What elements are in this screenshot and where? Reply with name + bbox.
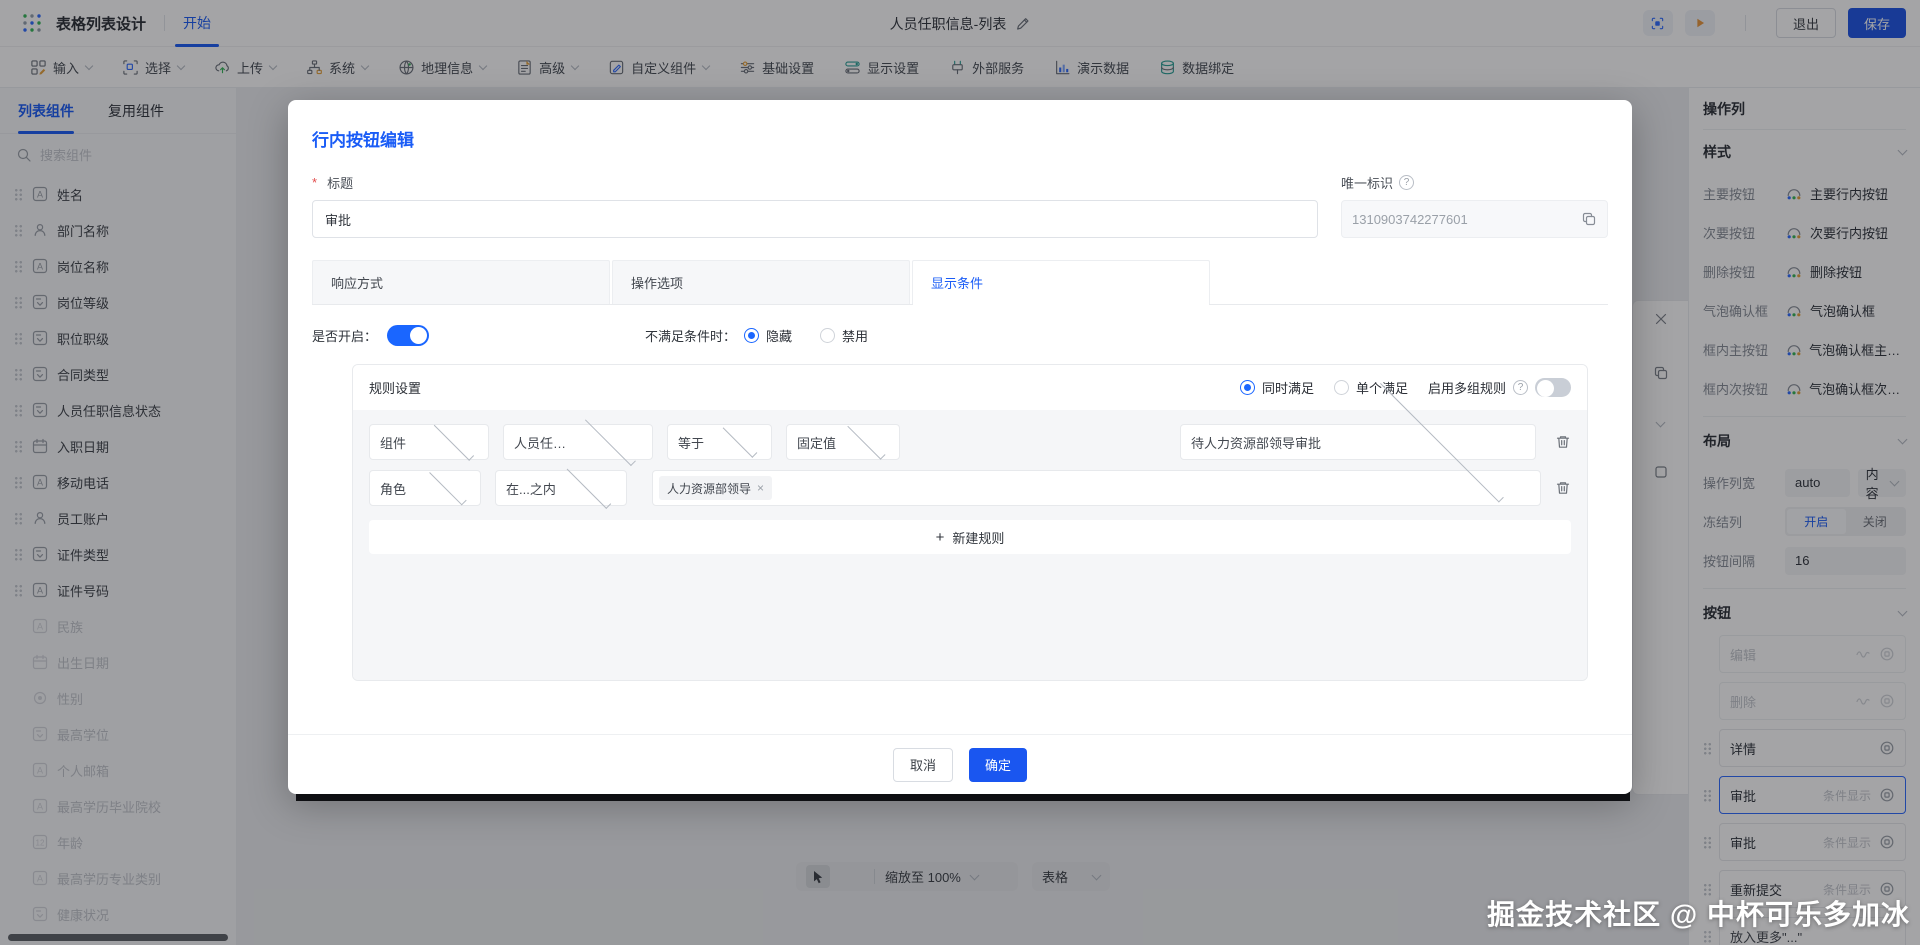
rule-select[interactable]: 角色 (369, 467, 481, 506)
chevron-down-icon (566, 464, 611, 509)
plus-icon: + (935, 528, 945, 546)
unmet-label: 不满足条件时： (645, 329, 737, 344)
multi-group-label: 启用多组规则 (1427, 381, 1506, 396)
modal-tabs: 响应方式 操作选项 显示条件 (312, 260, 1608, 305)
unmet-option[interactable]: 禁用 (820, 326, 868, 345)
tag-chip: 人力资源部领导 × (659, 476, 773, 500)
watermark: 掘金技术社区 @ 中杯可乐多加冰 (1487, 899, 1910, 930)
uid-box (1341, 200, 1608, 238)
radio-icon[interactable] (820, 328, 836, 343)
remove-tag-icon[interactable]: × (757, 481, 764, 495)
modal-tab[interactable]: 操作选项 (612, 260, 910, 304)
unmet-options: 不满足条件时： 隐藏 禁用 (645, 326, 888, 345)
uid-input (1352, 211, 1581, 227)
chevron-down-icon (433, 420, 474, 461)
title-input[interactable] (312, 200, 1318, 238)
rule-tag-input[interactable]: 人力资源部领导 × (652, 470, 1541, 506)
chevron-down-icon (584, 415, 636, 466)
match-option[interactable]: 同时满足 (1239, 378, 1314, 397)
rules-body: 组件 人员任职信息状态 等于 固定值 待人力资源部领导审批 角色 在...之内 (353, 378, 1587, 680)
help-icon[interactable]: ? (1513, 380, 1528, 395)
copy-icon[interactable] (1581, 211, 1597, 227)
rule-row: 组件 人员任职信息状态 等于 固定值 待人力资源部领导审批 (369, 378, 1571, 503)
unmet-option[interactable]: 隐藏 (744, 326, 792, 345)
rule-select[interactable]: 等于 (667, 423, 772, 460)
delete-rule-icon[interactable] (1555, 434, 1571, 450)
rule-value-select[interactable]: 待人力资源部领导审批 (1180, 378, 1536, 503)
add-rule-button[interactable]: + 新建规则 (369, 520, 1571, 554)
enable-label: 是否开启： (312, 329, 378, 344)
radio-icon[interactable] (744, 328, 760, 343)
rule-select[interactable]: 组件 (369, 420, 489, 461)
chevron-down-icon (722, 423, 758, 458)
modal-title: 行内按钮编辑 (312, 131, 414, 150)
radio-icon[interactable] (1333, 380, 1349, 395)
chevron-down-icon (846, 421, 885, 460)
cancel-button[interactable]: 取消 (892, 747, 953, 782)
modal-tab[interactable]: 响应方式 (312, 260, 610, 304)
enable-toggle[interactable] (387, 325, 430, 346)
delete-rule-icon[interactable] (1555, 480, 1571, 496)
ok-button[interactable]: 确定 (969, 747, 1028, 782)
title-field-label: 标题 (312, 173, 1318, 192)
rule-select[interactable]: 在...之内 (495, 464, 627, 509)
rules-title: 规则设置 (369, 381, 422, 396)
uid-field-label: 唯一标识 ? (1341, 173, 1608, 192)
rule-select[interactable]: 固定值 (786, 421, 900, 460)
radio-icon[interactable] (1239, 380, 1255, 395)
multi-group-toggle[interactable] (1535, 378, 1571, 397)
chevron-down-icon (428, 467, 466, 506)
rules-options: 同时满足 单个满足 启用多组规则 ? (1239, 378, 1571, 397)
modal-tab[interactable]: 显示条件 (912, 260, 1210, 305)
help-icon[interactable]: ? (1399, 175, 1415, 190)
rules-panel: 规则设置 同时满足 单个满足 启用多组规则 ? 组件 人员任职信息状态 等于 (352, 364, 1588, 681)
inline-button-edit-modal: 行内按钮编辑 标题 唯一标识 ? 响应方式操作选项显示条件 (288, 100, 1632, 794)
rule-select[interactable]: 人员任职信息状态 (503, 415, 653, 466)
rule-row: 角色 在...之内 人力资源部领导 × (369, 464, 1571, 509)
